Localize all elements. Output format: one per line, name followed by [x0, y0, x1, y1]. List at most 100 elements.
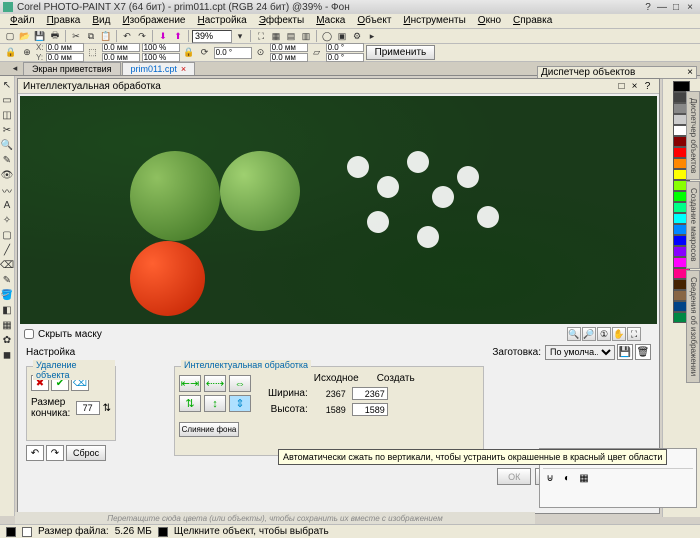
undo-brush-icon[interactable]: ↶: [26, 445, 44, 461]
new-icon[interactable]: ▢: [3, 30, 17, 43]
mask-rect-tool-icon[interactable]: ▭: [1, 94, 13, 106]
mask-overlay-icon[interactable]: ▣: [335, 30, 349, 43]
zoom-dropdown-icon[interactable]: ▾: [233, 30, 247, 43]
zoom-in-icon[interactable]: 🔍: [567, 327, 581, 341]
text-tool-icon[interactable]: A: [1, 199, 13, 211]
expand-h-icon[interactable]: ⇠⇢: [204, 375, 226, 392]
mask-icon[interactable]: ◯: [320, 30, 334, 43]
menu-window[interactable]: Окно: [472, 14, 507, 28]
auto-v-icon[interactable]: ⇕: [229, 395, 251, 412]
open-icon[interactable]: 📂: [18, 30, 32, 43]
menu-edit[interactable]: Правка: [41, 14, 87, 28]
interactive-fill-tool-icon[interactable]: ◧: [1, 304, 13, 316]
preset-select[interactable]: По умолча...: [545, 345, 615, 360]
center-icon[interactable]: ⊙: [254, 46, 268, 59]
preview-canvas[interactable]: [20, 96, 657, 324]
print-icon[interactable]: 🖶: [48, 30, 62, 43]
sidetab-imageinfo[interactable]: Сведения об изображении: [686, 270, 700, 383]
sidetab-objects[interactable]: Диспетчер объектов: [686, 91, 700, 180]
fill-tool-icon[interactable]: 🪣: [1, 289, 13, 301]
sx-field[interactable]: [142, 43, 180, 52]
ok-button[interactable]: ОК: [497, 468, 531, 485]
zoom-100-icon[interactable]: ①: [597, 327, 611, 341]
tab-document[interactable]: prim011.cpt: [122, 62, 196, 75]
pan-icon[interactable]: ✋: [612, 327, 626, 341]
redo-brush-icon[interactable]: ↷: [46, 445, 64, 461]
import-icon[interactable]: ⬇: [156, 30, 170, 43]
menu-mask[interactable]: Маска: [310, 14, 351, 28]
shadow-tool-icon[interactable]: ◼: [1, 349, 13, 361]
dropper-tool-icon[interactable]: ✎: [1, 274, 13, 286]
dialog-close-icon[interactable]: ×: [628, 81, 641, 92]
rulers-icon[interactable]: ▦: [269, 30, 283, 43]
brush-size-spinner-icon[interactable]: ⇅: [103, 403, 111, 414]
w-field[interactable]: [102, 43, 140, 52]
skew-icon[interactable]: ▱: [310, 46, 324, 59]
width-new-field[interactable]: [352, 387, 388, 400]
merge-down-icon[interactable]: ⊎: [543, 472, 557, 485]
expand-v-icon[interactable]: ↕: [204, 395, 226, 412]
cut-icon[interactable]: ✂: [69, 30, 83, 43]
menu-image[interactable]: Изображение: [116, 14, 191, 28]
launcher-icon[interactable]: ▸: [365, 30, 379, 43]
contract-v-icon[interactable]: ⇅: [179, 395, 201, 412]
help-icon[interactable]: ?: [641, 1, 655, 13]
reset-button[interactable]: Сброс: [66, 445, 106, 461]
rot-field[interactable]: [214, 47, 252, 59]
mask-transform-tool-icon[interactable]: ◫: [1, 109, 13, 121]
paste-icon[interactable]: 📋: [99, 30, 113, 43]
tab-scroll-left-icon[interactable]: ◂: [8, 62, 22, 75]
menu-object[interactable]: Объект: [351, 14, 397, 28]
fg-swatch[interactable]: [6, 527, 16, 537]
skx-field[interactable]: [326, 43, 364, 52]
auto-h-icon[interactable]: ⇔: [229, 375, 251, 392]
opacity-icon[interactable]: ◐: [560, 472, 574, 485]
tab-welcome[interactable]: Экран приветствия: [23, 62, 121, 75]
sy-field[interactable]: [142, 53, 180, 62]
maximize-icon[interactable]: □: [669, 1, 683, 13]
effect-tool-icon[interactable]: ✧: [1, 214, 13, 226]
aspect-lock-icon[interactable]: 🔒: [182, 46, 196, 59]
menu-adjust[interactable]: Настройка: [191, 14, 252, 28]
dialog-help-icon[interactable]: ?: [641, 81, 654, 92]
menu-effects[interactable]: Эффекты: [253, 14, 310, 28]
zoom-field[interactable]: [192, 30, 232, 43]
redo-icon[interactable]: ↷: [135, 30, 149, 43]
menu-help[interactable]: Справка: [507, 14, 558, 28]
apply-button[interactable]: Применить: [366, 45, 436, 60]
dialog-maximize-icon[interactable]: □: [615, 81, 628, 92]
fullscreen-icon[interactable]: ⛶: [254, 30, 268, 43]
pick-tool-icon[interactable]: ↖: [1, 79, 13, 91]
redeye-tool-icon[interactable]: 👁: [1, 169, 13, 181]
height-new-field[interactable]: [352, 403, 388, 416]
clone-tool-icon[interactable]: ✎: [1, 154, 13, 166]
rect-tool-icon[interactable]: ▢: [1, 229, 13, 241]
zoom-tool-icon[interactable]: 🔍: [1, 139, 13, 151]
image-spray-tool-icon[interactable]: ✿: [1, 334, 13, 346]
cx-field[interactable]: [270, 43, 308, 52]
guides-icon[interactable]: ▥: [299, 30, 313, 43]
dock-close-icon[interactable]: ×: [687, 67, 693, 78]
line-tool-icon[interactable]: ╱: [1, 244, 13, 256]
save-preset-icon[interactable]: 💾: [617, 344, 633, 360]
pos-icon[interactable]: ⊕: [20, 46, 34, 59]
save-icon[interactable]: 💾: [33, 30, 47, 43]
zoom-out-icon[interactable]: 🔎: [582, 327, 596, 341]
size-icon[interactable]: ⬚: [86, 46, 100, 59]
brush-size-field[interactable]: [76, 401, 100, 415]
bg-swatch[interactable]: [22, 527, 32, 537]
liquid-tool-icon[interactable]: 〰: [1, 184, 13, 196]
transparency-tool-icon[interactable]: ▦: [1, 319, 13, 331]
rotate-icon[interactable]: ⟳: [198, 46, 212, 59]
cy-field[interactable]: [270, 53, 308, 62]
sidetab-macros[interactable]: Создание макросов: [686, 181, 700, 268]
fit-icon[interactable]: ⛶: [627, 327, 641, 341]
grid-icon[interactable]: ▤: [284, 30, 298, 43]
crop-tool-icon[interactable]: ✂: [1, 124, 13, 136]
eraser-tool-icon[interactable]: ⌫: [1, 259, 13, 271]
close-icon[interactable]: ×: [683, 1, 697, 13]
options-icon[interactable]: ⚙: [350, 30, 364, 43]
contract-h-icon[interactable]: ⇤⇥: [179, 375, 201, 392]
undo-icon[interactable]: ↶: [120, 30, 134, 43]
sky-field[interactable]: [326, 53, 364, 62]
